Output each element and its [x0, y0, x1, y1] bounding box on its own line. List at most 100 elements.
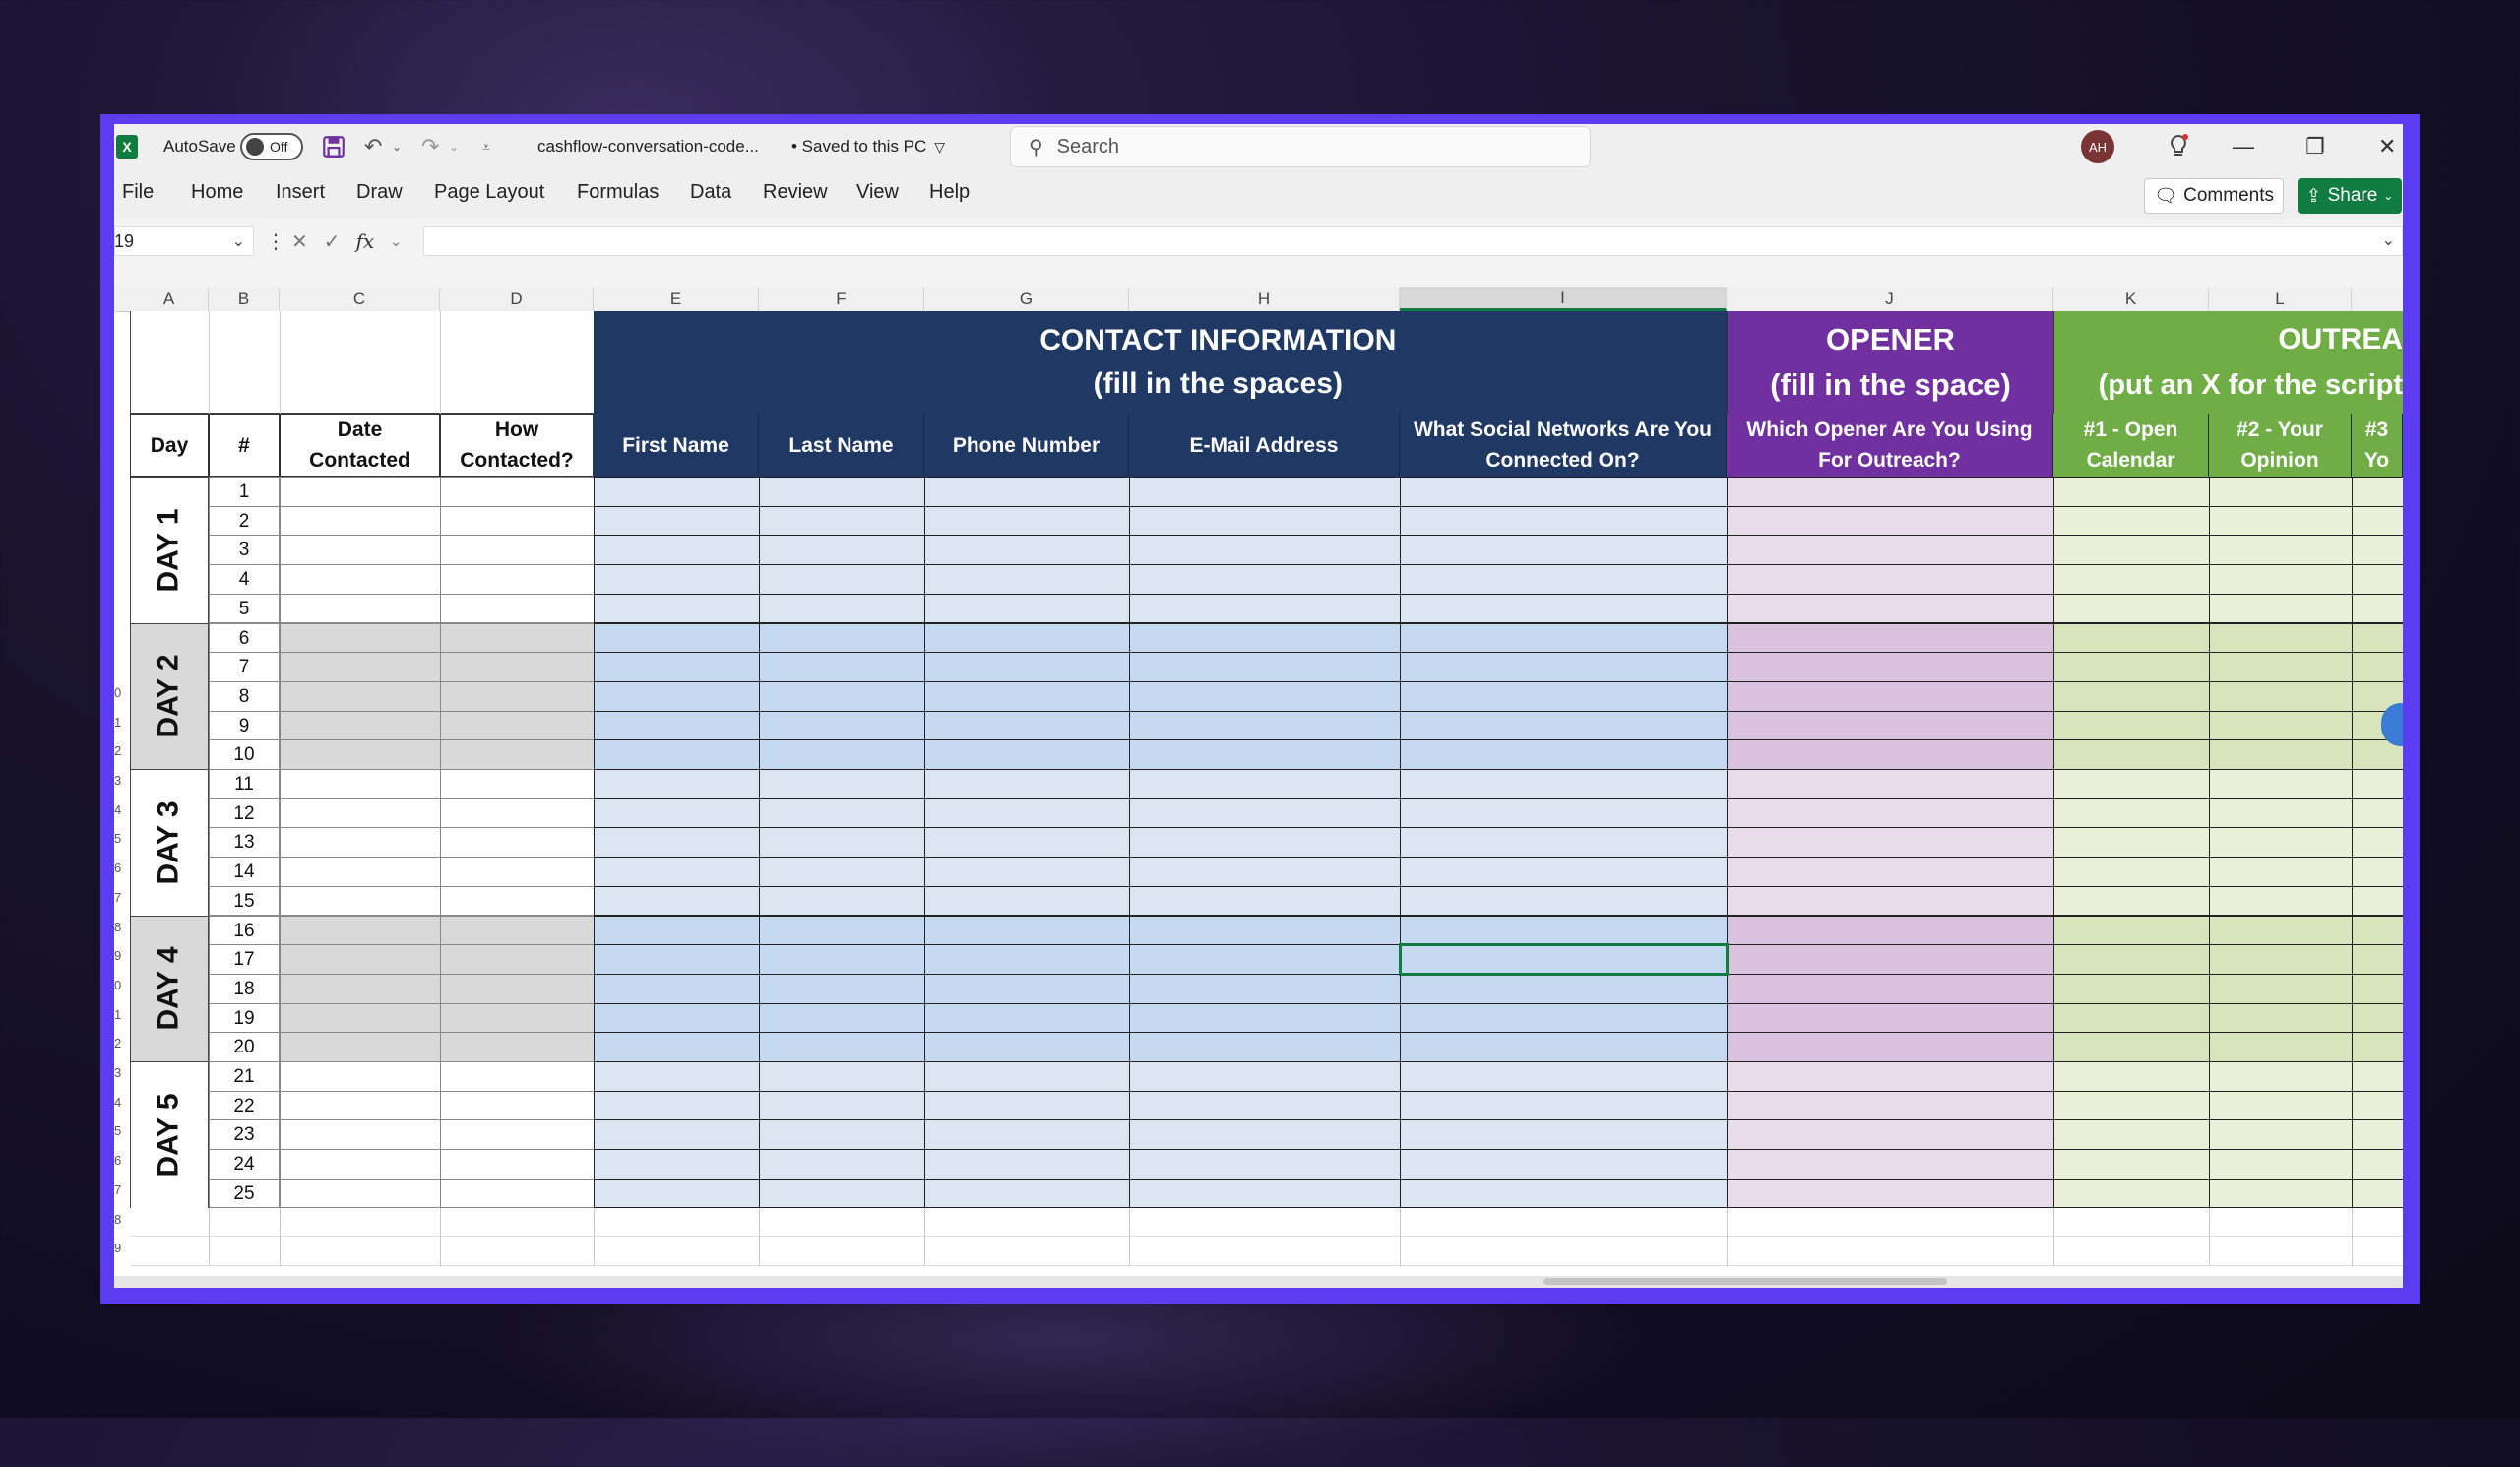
data-cell[interactable]	[1400, 477, 1728, 507]
data-cell[interactable]	[2209, 593, 2353, 624]
data-cell[interactable]	[2352, 652, 2403, 682]
autosave-toggle-wrap[interactable]: Off	[240, 124, 303, 169]
data-cell[interactable]	[759, 797, 925, 829]
data-cell[interactable]	[1129, 1002, 1401, 1034]
redo-dropdown-icon[interactable]: ⌄	[449, 124, 459, 169]
data-cell[interactable]	[440, 857, 595, 887]
name-box[interactable]: I19 ⌄	[114, 226, 254, 256]
data-cell[interactable]	[1727, 857, 2054, 887]
data-cell[interactable]	[2352, 535, 2403, 566]
excel-row-number[interactable]: 5	[114, 1123, 128, 1138]
data-cell[interactable]	[924, 535, 1130, 566]
data-cell[interactable]	[594, 1032, 760, 1062]
data-cell[interactable]	[1400, 915, 1728, 946]
data-cell[interactable]	[2053, 535, 2210, 566]
data-cell[interactable]	[1727, 1090, 2054, 1121]
data-cell[interactable]	[924, 1149, 1130, 1180]
data-cell[interactable]	[759, 593, 925, 624]
undo-dropdown-icon[interactable]: ⌄	[392, 124, 402, 169]
data-cell[interactable]	[2053, 827, 2210, 859]
data-cell[interactable]	[924, 797, 1130, 829]
data-cell[interactable]	[2053, 622, 2210, 654]
data-cell[interactable]	[2352, 593, 2403, 624]
data-cell[interactable]	[759, 1061, 925, 1092]
data-cell[interactable]	[2209, 1032, 2353, 1062]
data-cell[interactable]	[440, 1149, 595, 1180]
data-cell[interactable]	[280, 797, 441, 829]
restore-icon[interactable]: ❐	[2305, 124, 2325, 169]
data-cell[interactable]	[924, 652, 1130, 682]
data-cell[interactable]	[1129, 915, 1401, 946]
data-cell[interactable]	[1727, 885, 2054, 917]
tab-file[interactable]: File	[122, 181, 154, 204]
data-cell[interactable]	[759, 1119, 925, 1151]
tab-view[interactable]: View	[856, 181, 899, 204]
data-cell[interactable]	[280, 827, 441, 859]
data-cell[interactable]	[1129, 564, 1401, 595]
data-cell[interactable]	[1129, 1149, 1401, 1180]
data-cell[interactable]	[2209, 680, 2353, 712]
data-cell[interactable]	[2209, 885, 2353, 917]
data-cell[interactable]	[440, 593, 595, 624]
column-header-a[interactable]: A	[130, 287, 209, 311]
tab-help[interactable]: Help	[929, 181, 970, 204]
data-cell[interactable]	[1727, 944, 2054, 975]
data-cell[interactable]	[2352, 1149, 2403, 1180]
data-cell[interactable]	[440, 944, 595, 975]
data-cell[interactable]	[1400, 680, 1728, 712]
data-cell[interactable]	[2053, 915, 2210, 946]
data-cell[interactable]	[1727, 1119, 2054, 1151]
data-cell[interactable]	[280, 944, 441, 975]
data-cell[interactable]	[2209, 505, 2353, 537]
data-cell[interactable]	[759, 769, 925, 799]
data-cell[interactable]	[924, 710, 1130, 741]
data-cell[interactable]	[759, 564, 925, 595]
data-cell[interactable]	[2209, 739, 2353, 770]
lightbulb-icon[interactable]	[2168, 124, 2189, 169]
data-cell[interactable]	[759, 1149, 925, 1180]
data-cell[interactable]	[759, 885, 925, 917]
data-cell[interactable]	[440, 1119, 595, 1151]
data-cell[interactable]	[1129, 1032, 1401, 1062]
excel-row-number[interactable]: 1	[114, 715, 128, 730]
data-cell[interactable]	[2209, 769, 2353, 799]
horizontal-scrollbar[interactable]	[1544, 1278, 1947, 1285]
data-cell[interactable]	[759, 973, 925, 1004]
data-cell[interactable]	[2053, 680, 2210, 712]
data-cell[interactable]	[2053, 885, 2210, 917]
tab-page-layout[interactable]: Page Layout	[434, 181, 544, 204]
data-cell[interactable]	[280, 1178, 441, 1209]
data-cell[interactable]	[1400, 505, 1728, 537]
data-cell[interactable]	[1727, 769, 2054, 799]
data-cell[interactable]	[440, 652, 595, 682]
data-cell[interactable]	[440, 1178, 595, 1209]
data-cell[interactable]	[440, 622, 595, 654]
data-cell[interactable]	[1400, 564, 1728, 595]
data-cell[interactable]	[1400, 1061, 1728, 1092]
data-cell[interactable]	[440, 797, 595, 829]
data-cell[interactable]	[280, 1149, 441, 1180]
data-cell[interactable]	[594, 827, 760, 859]
data-cell[interactable]	[1400, 739, 1728, 770]
data-cell[interactable]	[1129, 1178, 1401, 1209]
data-cell[interactable]	[759, 652, 925, 682]
data-cell[interactable]	[440, 710, 595, 741]
column-header-d[interactable]: D	[440, 287, 594, 311]
data-cell[interactable]	[924, 593, 1130, 624]
data-cell[interactable]	[2352, 505, 2403, 537]
excel-row-number[interactable]: 4	[114, 1095, 128, 1110]
tab-data[interactable]: Data	[690, 181, 731, 204]
search-box[interactable]: ⚲ Search	[1010, 126, 1591, 167]
data-cell[interactable]	[594, 1149, 760, 1180]
close-icon[interactable]: ✕	[2378, 124, 2396, 169]
data-cell[interactable]	[924, 1032, 1130, 1062]
data-cell[interactable]	[594, 564, 760, 595]
data-cell[interactable]	[1129, 827, 1401, 859]
data-cell[interactable]	[1727, 1178, 2054, 1209]
data-cell[interactable]	[594, 1178, 760, 1209]
data-cell[interactable]	[2209, 564, 2353, 595]
data-cell[interactable]	[1129, 973, 1401, 1004]
data-cell[interactable]	[924, 1119, 1130, 1151]
data-cell[interactable]	[1727, 622, 2054, 654]
data-cell[interactable]	[2352, 857, 2403, 887]
